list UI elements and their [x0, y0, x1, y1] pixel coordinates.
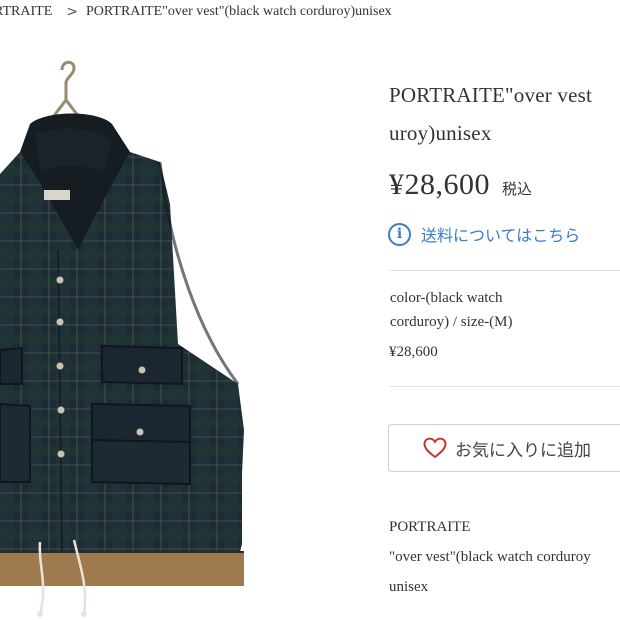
variant-line-2: corduroy) / size-(M): [390, 314, 513, 330]
description-line-3: unisex: [389, 579, 429, 595]
product-title: PORTRAITE"over vest uroy)unisex: [389, 76, 620, 152]
description-line-2: "over vest"(black watch corduroy: [389, 549, 591, 565]
breadcrumb-separator: >: [66, 4, 78, 20]
breadcrumb-current: PORTRAITE"over vest"(black watch corduro…: [86, 4, 392, 19]
description-line-1: PORTRAITE: [389, 519, 471, 535]
tax-label: 税込: [502, 180, 533, 198]
variant-price: ¥28,600: [389, 344, 438, 360]
info-circle-icon: i: [388, 222, 411, 246]
product-image[interactable]: [0, 54, 290, 620]
shipping-info-label: 送料についてはこちら: [421, 226, 581, 245]
product-price: ¥28,600: [389, 168, 490, 201]
product-title-line-2: uroy)unisex: [389, 121, 492, 145]
product-title-line-1: PORTRAITE"over vest: [389, 83, 593, 107]
divider: [389, 270, 620, 271]
breadcrumb-parent-link[interactable]: RTRAITE: [0, 4, 52, 20]
shipping-info-link[interactable]: i 送料についてはこちら: [388, 222, 580, 246]
price-row: ¥28,600 税込: [389, 168, 532, 202]
variant-option: color-(black watch corduroy) / size-(M): [390, 286, 550, 334]
product-description: PORTRAITE "over vest"(black watch cordur…: [389, 512, 620, 602]
variant-line-1: color-(black watch: [390, 290, 503, 306]
divider: [389, 386, 620, 387]
breadcrumb: RTRAITE > PORTRAITE"over vest"(black wat…: [0, 0, 392, 24]
heart-outline-icon: [423, 437, 447, 459]
add-to-favorites-button[interactable]: お気に入りに追加: [388, 424, 620, 472]
add-to-favorites-label: お気に入りに追加: [455, 440, 591, 461]
